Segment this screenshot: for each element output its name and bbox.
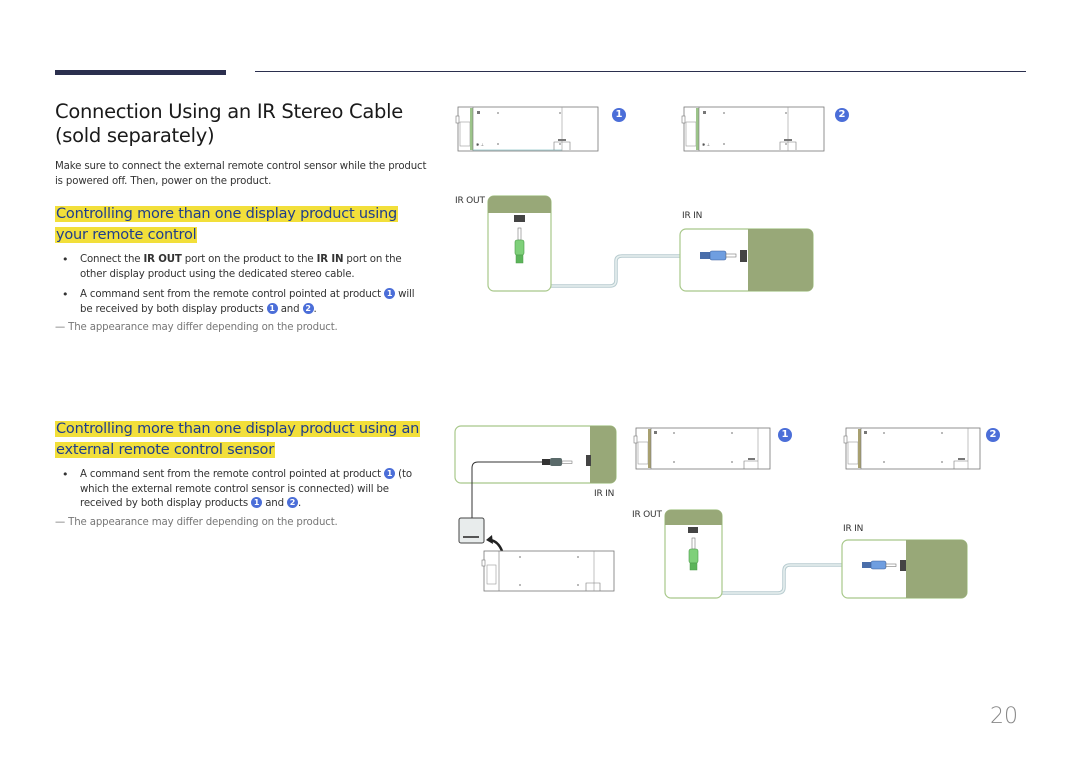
section2-note: — The appearance may differ depending on… (55, 517, 338, 528)
intro-text: Make sure to connect the external remote… (55, 161, 427, 187)
bullet-text: port on the product to the (181, 254, 317, 265)
bullet-dot: • (62, 468, 69, 481)
note-text: The appearance may differ depending on t… (68, 517, 338, 528)
ir-out-label-2: IR OUT (632, 510, 662, 520)
bullet-text: A command sent from the remote control p… (80, 469, 385, 480)
section1-bullets: • Connect the IR OUT port on the product… (55, 253, 425, 323)
product-2-rear-view: ✱ ⊥ (681, 106, 825, 152)
product-number-badge: 2 (302, 302, 314, 314)
product-number-badge: 2 (287, 497, 299, 508)
sensor-ir-in-label: IR IN (594, 489, 615, 499)
svg-text:✱ ⊥: ✱ ⊥ (476, 142, 485, 147)
bullet-text: . (298, 498, 302, 509)
ir-in-port-label: IR IN (316, 254, 344, 265)
page-title: Connection Using an IR Stereo Cable (sol… (55, 100, 403, 147)
section1-note: — The appearance may differ depending on… (55, 322, 338, 333)
section1-heading-line2: your remote control (55, 226, 198, 243)
product-2-rear-view-2 (843, 427, 981, 470)
ir-cable-diagram-2 (664, 509, 968, 599)
ir-cable-diagram-1 (487, 195, 814, 292)
bullet-text: and (277, 303, 303, 315)
note-dash-icon: — (55, 517, 69, 528)
section1-heading-line1: Controlling more than one display produc… (55, 206, 399, 222)
product-2-badge-2: 2 (986, 428, 1000, 442)
section2-bullets: • A command sent from the remote control… (55, 468, 425, 518)
product-number-badge: 1 (384, 288, 396, 299)
bullet-text: and (262, 498, 288, 509)
product-number-badge: 1 (384, 468, 396, 479)
product-2-badge: 2 (835, 108, 849, 122)
sensor-connection-diagram (454, 425, 617, 592)
section2-heading-line1: Controlling more than one display produc… (55, 421, 421, 437)
section1-heading: Controlling more than one display produc… (55, 204, 435, 245)
page-number: 20 (990, 704, 1018, 729)
bullet-dot: • (62, 253, 69, 266)
section2-heading-line2: external remote control sensor (55, 441, 275, 458)
product-number-badge: 1 (266, 302, 278, 314)
ir-out-label: IR OUT (455, 196, 485, 206)
section1-bullet-1: • Connect the IR OUT port on the product… (55, 253, 425, 282)
bullet-dot: • (62, 288, 69, 301)
section2-bullet-1: • A command sent from the remote control… (55, 468, 425, 512)
note-dash-icon: — (55, 322, 69, 333)
product-number-badge: 1 (251, 497, 263, 508)
svg-text:✱ ⊥: ✱ ⊥ (702, 142, 711, 147)
header-accent-bar (55, 70, 226, 75)
section2-heading: Controlling more than one display produc… (55, 419, 435, 460)
ir-in-port-panel (679, 228, 814, 292)
bullet-text: . (313, 303, 317, 315)
ir-in-port-panel-2 (841, 539, 968, 599)
product-1-rear-view-2 (633, 427, 771, 470)
header-rule (255, 71, 1026, 72)
ir-out-port-label: IR OUT (143, 254, 182, 265)
note-text: The appearance may differ depending on t… (68, 322, 338, 333)
section1-bullet-2: • A command sent from the remote control… (55, 288, 425, 317)
bullet-text: Connect the (80, 254, 144, 265)
product-1-rear-view: ✱ ⊥ (455, 106, 599, 152)
product-1-badge: 1 (612, 108, 626, 122)
bullet-text: A command sent from the remote control p… (80, 289, 385, 300)
product-1-badge-2: 1 (778, 428, 792, 442)
external-ir-sensor-icon (458, 517, 485, 544)
